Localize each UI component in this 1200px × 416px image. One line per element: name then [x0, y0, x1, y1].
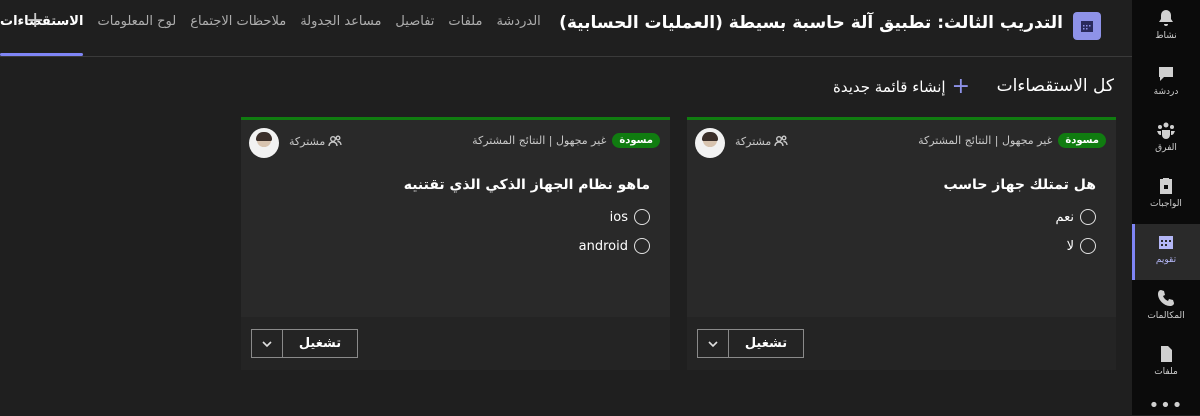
- rail-item-teams[interactable]: الفرق: [1132, 112, 1200, 168]
- poll-meta: مسودة غير مجهول | النتائج المشتركة: [918, 133, 1106, 148]
- poll-settings-text: غير مجهول | النتائج المشتركة: [472, 134, 607, 147]
- rail-item-label: نشاط: [1155, 31, 1177, 41]
- run-split-button[interactable]: تشغيل: [697, 329, 804, 358]
- run-options-dropdown[interactable]: [698, 330, 729, 357]
- radio-button[interactable]: [1080, 209, 1096, 225]
- poll-meta: مسودة غير مجهول | النتائج المشتركة: [472, 133, 660, 148]
- rail-item-label: الواجبات: [1150, 199, 1182, 209]
- calendar-icon: [1159, 236, 1173, 249]
- rail-item-files[interactable]: ملفات: [1132, 336, 1200, 392]
- rail-item-calls[interactable]: المكالمات: [1132, 280, 1200, 336]
- shared-label: مشتركة: [289, 134, 326, 148]
- more-apps-button[interactable]: •••: [1132, 395, 1200, 416]
- option-label: لا: [1066, 238, 1074, 254]
- chevron-down-icon: [708, 340, 718, 347]
- option-label: android: [578, 238, 628, 254]
- rail-item-chat[interactable]: دردشة: [1132, 56, 1200, 112]
- rail-item-label: المكالمات: [1147, 311, 1185, 321]
- create-new-list-button[interactable]: + إنشاء قائمة جديدة: [800, 76, 970, 98]
- tab-meeting-notes[interactable]: ملاحظات الاجتماع: [190, 14, 286, 44]
- page-title: التدريب الثالث: تطبيق آلة حاسبة بسيطة (ا…: [559, 13, 1063, 33]
- chat-icon: [1159, 67, 1173, 81]
- run-button[interactable]: تشغيل: [729, 330, 803, 357]
- file-icon: [1161, 346, 1172, 362]
- poll-option[interactable]: لا: [1067, 238, 1096, 254]
- shared-label: مشتركة: [735, 134, 772, 148]
- option-label: ios: [609, 209, 628, 225]
- rail-item-label: الفرق: [1155, 143, 1177, 153]
- rail-item-activity[interactable]: نشاط: [1132, 0, 1200, 56]
- shared-indicator: مشتركة: [289, 134, 342, 148]
- tab-bar: الدردشة ملفات تفاصيل مساعد الجدولة ملاحظ…: [0, 14, 625, 56]
- rail-item-label: ملفات: [1154, 367, 1178, 377]
- avatar: [695, 128, 725, 158]
- shared-indicator: مشتركة: [735, 134, 788, 148]
- radio-button[interactable]: [1080, 238, 1096, 254]
- radio-button[interactable]: [634, 238, 650, 254]
- poll-option[interactable]: ios: [610, 209, 650, 225]
- avatar: [249, 128, 279, 158]
- channel-header: التدريب الثالث: تطبيق آلة حاسبة بسيطة (ا…: [0, 0, 1132, 57]
- status-badge: مسودة: [612, 133, 660, 148]
- plus-icon: +: [951, 74, 970, 99]
- bell-icon: [1159, 10, 1173, 26]
- chevron-down-icon: [262, 340, 272, 347]
- poll-settings-text: غير مجهول | النتائج المشتركة: [918, 134, 1053, 147]
- all-polls-heading: كل الاستقصاءات: [996, 76, 1114, 96]
- teams-icon: [1157, 122, 1175, 139]
- rail-item-label: دردشة: [1153, 87, 1179, 97]
- tab-files[interactable]: ملفات: [448, 14, 482, 44]
- run-split-button[interactable]: تشغيل: [251, 329, 358, 358]
- poll-card[interactable]: مشتركة مسودة غير مجهول | النتائج المشترك…: [687, 117, 1116, 370]
- people-icon: [328, 135, 342, 147]
- assignments-icon: [1160, 178, 1172, 194]
- calendar-icon: [1073, 12, 1101, 40]
- tab-chat[interactable]: الدردشة: [496, 14, 540, 44]
- add-tab-button[interactable]: +: [26, 10, 44, 32]
- rail-item-assignments[interactable]: الواجبات: [1132, 168, 1200, 224]
- tab-scheduling-assistant[interactable]: مساعد الجدولة: [300, 14, 381, 44]
- run-options-dropdown[interactable]: [252, 330, 283, 357]
- app-rail: نشاط دردشة الفرق الواجبات تقويم المكالما…: [1132, 0, 1200, 416]
- status-badge: مسودة: [1058, 133, 1106, 148]
- poll-card-footer: تشغيل: [687, 317, 1116, 370]
- create-new-list-label: إنشاء قائمة جديدة: [832, 78, 946, 96]
- run-button[interactable]: تشغيل: [283, 330, 357, 357]
- poll-card-footer: تشغيل: [241, 317, 670, 370]
- tab-details[interactable]: تفاصيل: [395, 14, 434, 44]
- radio-button[interactable]: [634, 209, 650, 225]
- poll-question: ماهو نظام الجهاز الذكي الذي تقتنيه: [403, 177, 650, 193]
- poll-option[interactable]: android: [579, 238, 650, 254]
- poll-option[interactable]: نعم: [1055, 209, 1096, 225]
- rail-item-label: تقويم: [1155, 255, 1177, 265]
- rail-item-calendar[interactable]: تقويم: [1132, 224, 1200, 280]
- poll-question: هل تمتلك جهاز حاسب: [943, 177, 1096, 193]
- tab-whiteboard[interactable]: لوح المعلومات: [97, 14, 176, 44]
- option-label: نعم: [1055, 209, 1074, 225]
- people-icon: [774, 135, 788, 147]
- poll-card[interactable]: مشتركة مسودة غير مجهول | النتائج المشترك…: [241, 117, 670, 370]
- phone-icon: [1158, 290, 1174, 306]
